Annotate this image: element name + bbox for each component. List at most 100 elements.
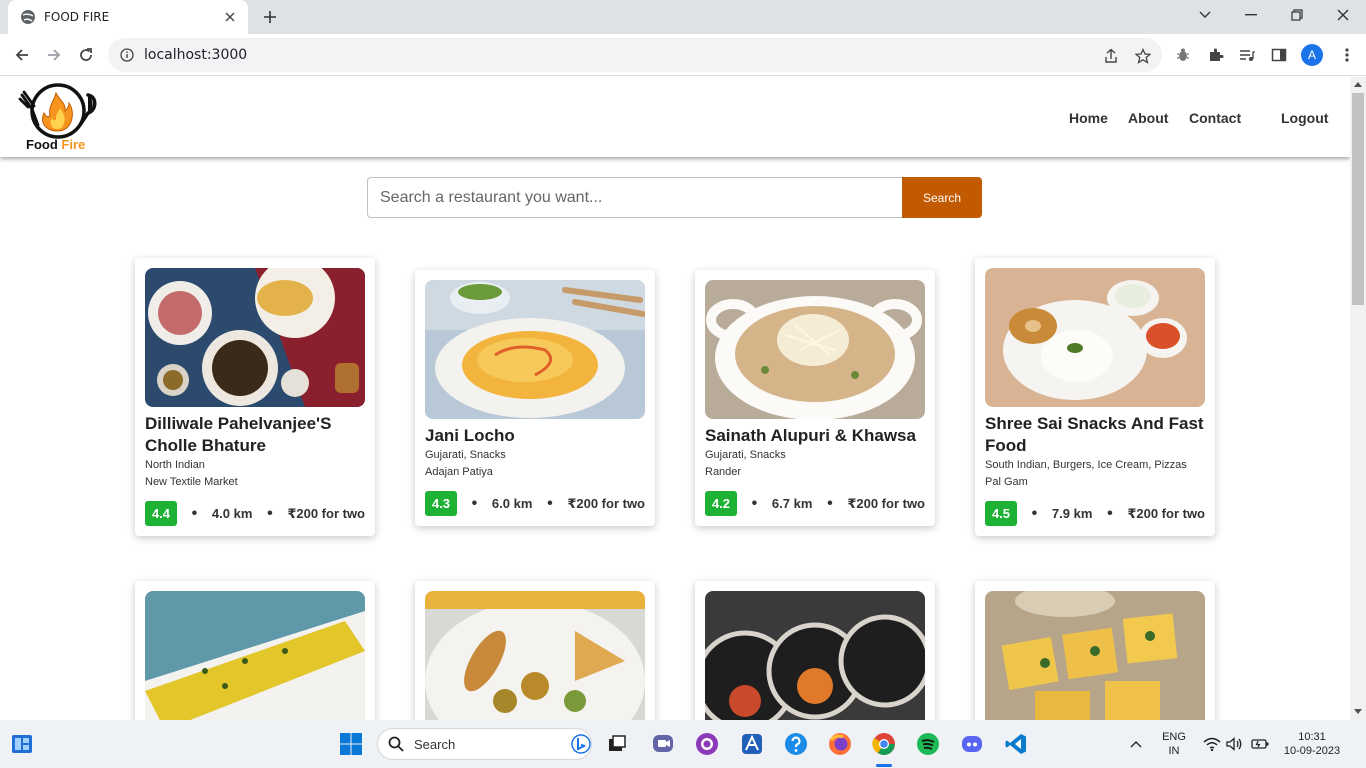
restaurant-card[interactable] [415, 581, 655, 720]
clock[interactable]: 10:31 10-09-2023 [1280, 730, 1344, 758]
browser-tab[interactable]: FOOD FIRE [8, 0, 248, 34]
rating-badge: 4.3 [425, 491, 457, 516]
page-viewport: Food Fire Home About Contact Logout Sear… [0, 77, 1350, 720]
side-panel-icon[interactable] [1270, 46, 1288, 64]
site-header: Food Fire Home About Contact Logout [0, 77, 1350, 157]
tray-chevron-up-icon[interactable] [1122, 730, 1150, 758]
restaurant-image [985, 591, 1205, 720]
new-tab-icon[interactable] [258, 6, 282, 28]
restaurant-image [705, 591, 925, 720]
restaurant-cuisine: Gujarati, Snacks [425, 449, 506, 461]
restaurant-cost: ₹200 for two [287, 505, 365, 521]
rating-badge: 4.4 [145, 501, 177, 526]
address-bar[interactable]: localhost:3000 [108, 38, 1162, 72]
restaurant-cuisine: North Indian [145, 459, 205, 471]
task-view-icon[interactable] [603, 730, 631, 758]
restaurant-cost: ₹200 for two [567, 495, 645, 511]
scroll-down-icon[interactable] [1354, 707, 1362, 715]
restaurant-cost: ₹200 for two [1127, 505, 1205, 521]
profile-avatar[interactable]: A [1301, 44, 1323, 66]
chrome-icon[interactable] [870, 730, 898, 758]
separator-dot: • [827, 494, 833, 512]
reload-icon[interactable] [73, 42, 99, 68]
restaurant-image [145, 591, 365, 720]
restaurant-meta: 4.4 • 4.0 km • ₹200 for two [145, 501, 365, 526]
battery-icon[interactable] [1246, 730, 1274, 758]
restaurant-card[interactable]: Sainath Alupuri & Khawsa Gujarati, Snack… [695, 270, 935, 526]
extensions-puzzle-icon[interactable] [1207, 46, 1225, 64]
separator-dot: • [1031, 504, 1038, 522]
restaurant-cost: ₹200 for two [847, 495, 925, 511]
firefox-icon[interactable] [826, 730, 854, 758]
clock-date: 10-09-2023 [1283, 745, 1341, 757]
restaurant-card[interactable] [695, 581, 935, 720]
restaurant-card[interactable] [135, 581, 375, 720]
scrollbar-thumb[interactable] [1352, 93, 1364, 305]
browser-toolbar: localhost:3000 A [0, 34, 1366, 76]
spotify-icon[interactable] [914, 730, 942, 758]
restaurant-name: Sainath Alupuri & Khawsa [705, 426, 916, 445]
forward-icon[interactable] [41, 42, 67, 68]
restaurant-card[interactable]: Jani Locho Gujarati, Snacks Adajan Patiy… [415, 270, 655, 526]
restaurant-image [145, 268, 365, 407]
scroll-up-icon[interactable] [1354, 81, 1362, 89]
separator-dot: • [751, 494, 758, 512]
restaurant-distance: 6.7 km [771, 496, 813, 511]
back-icon[interactable] [9, 42, 35, 68]
browser-menu-icon[interactable] [1338, 46, 1356, 64]
search-icon [388, 736, 404, 752]
restaurant-card[interactable] [975, 581, 1215, 720]
minimize-icon[interactable] [1228, 0, 1274, 30]
logo-word-fire: Fire [61, 137, 86, 152]
restaurant-card[interactable]: Dilliwale Pahelvanjee'S Cholle Bhature N… [135, 258, 375, 536]
restaurant-distance: 6.0 km [491, 496, 533, 511]
tab-search-chevron-icon[interactable] [1182, 0, 1228, 30]
taskbar-search[interactable]: Search [377, 728, 592, 760]
nav-contact[interactable]: Contact [1189, 110, 1241, 126]
restaurant-cuisine: South Indian, Burgers, Ice Cream, Pizzas [985, 459, 1187, 471]
teams-chat-icon[interactable] [649, 730, 677, 758]
chrome-active-indicator [876, 764, 892, 767]
close-window-icon[interactable] [1320, 0, 1366, 30]
clock-time: 10:31 [1298, 731, 1326, 743]
app-store-icon[interactable] [738, 730, 766, 758]
nav-about[interactable]: About [1128, 110, 1168, 126]
search-bar: Search [367, 177, 982, 218]
help-icon[interactable] [782, 730, 810, 758]
nav-logout[interactable]: Logout [1281, 110, 1328, 126]
logo-flame-plate-icon [18, 83, 97, 139]
logo-text: Food Fire [26, 137, 85, 152]
share-icon[interactable] [1102, 47, 1120, 65]
extension-bug-icon[interactable] [1174, 46, 1192, 64]
restaurant-distance: 7.9 km [1051, 506, 1093, 521]
restaurant-name: Jani Locho [425, 426, 515, 445]
volume-icon[interactable] [1220, 730, 1248, 758]
input-language[interactable]: ENG IN [1158, 730, 1190, 758]
page-scrollbar[interactable] [1350, 77, 1366, 720]
tab-title: FOOD FIRE [44, 10, 110, 24]
globe-icon [21, 10, 35, 24]
restaurant-distance: 4.0 km [211, 506, 253, 521]
restaurant-meta: 4.2 • 6.7 km • ₹200 for two [705, 491, 925, 516]
github-icon[interactable] [693, 730, 721, 758]
site-info-icon[interactable] [120, 48, 134, 62]
widgets-icon[interactable] [8, 730, 36, 758]
bookmark-star-icon[interactable] [1134, 47, 1152, 65]
region-code: IN [1168, 745, 1180, 757]
restaurant-image [425, 280, 645, 419]
start-windows-icon[interactable] [337, 730, 365, 758]
tab-close-icon[interactable] [222, 9, 238, 25]
taskbar-search-label: Search [414, 736, 456, 752]
tab-strip: FOOD FIRE [0, 0, 1366, 34]
restaurant-area: Rander [705, 466, 742, 478]
search-button[interactable]: Search [902, 177, 982, 218]
restaurant-card[interactable]: Shree Sai Snacks And Fast Food South Ind… [975, 258, 1215, 536]
restore-icon[interactable] [1274, 0, 1320, 30]
discord-icon[interactable] [958, 730, 986, 758]
restaurant-name: Shree Sai Snacks And Fast Food [985, 414, 1204, 455]
vscode-icon[interactable] [1002, 730, 1030, 758]
restaurant-image [425, 591, 645, 720]
search-input[interactable] [367, 177, 902, 218]
media-queue-icon[interactable] [1238, 46, 1256, 64]
nav-home[interactable]: Home [1069, 110, 1108, 126]
